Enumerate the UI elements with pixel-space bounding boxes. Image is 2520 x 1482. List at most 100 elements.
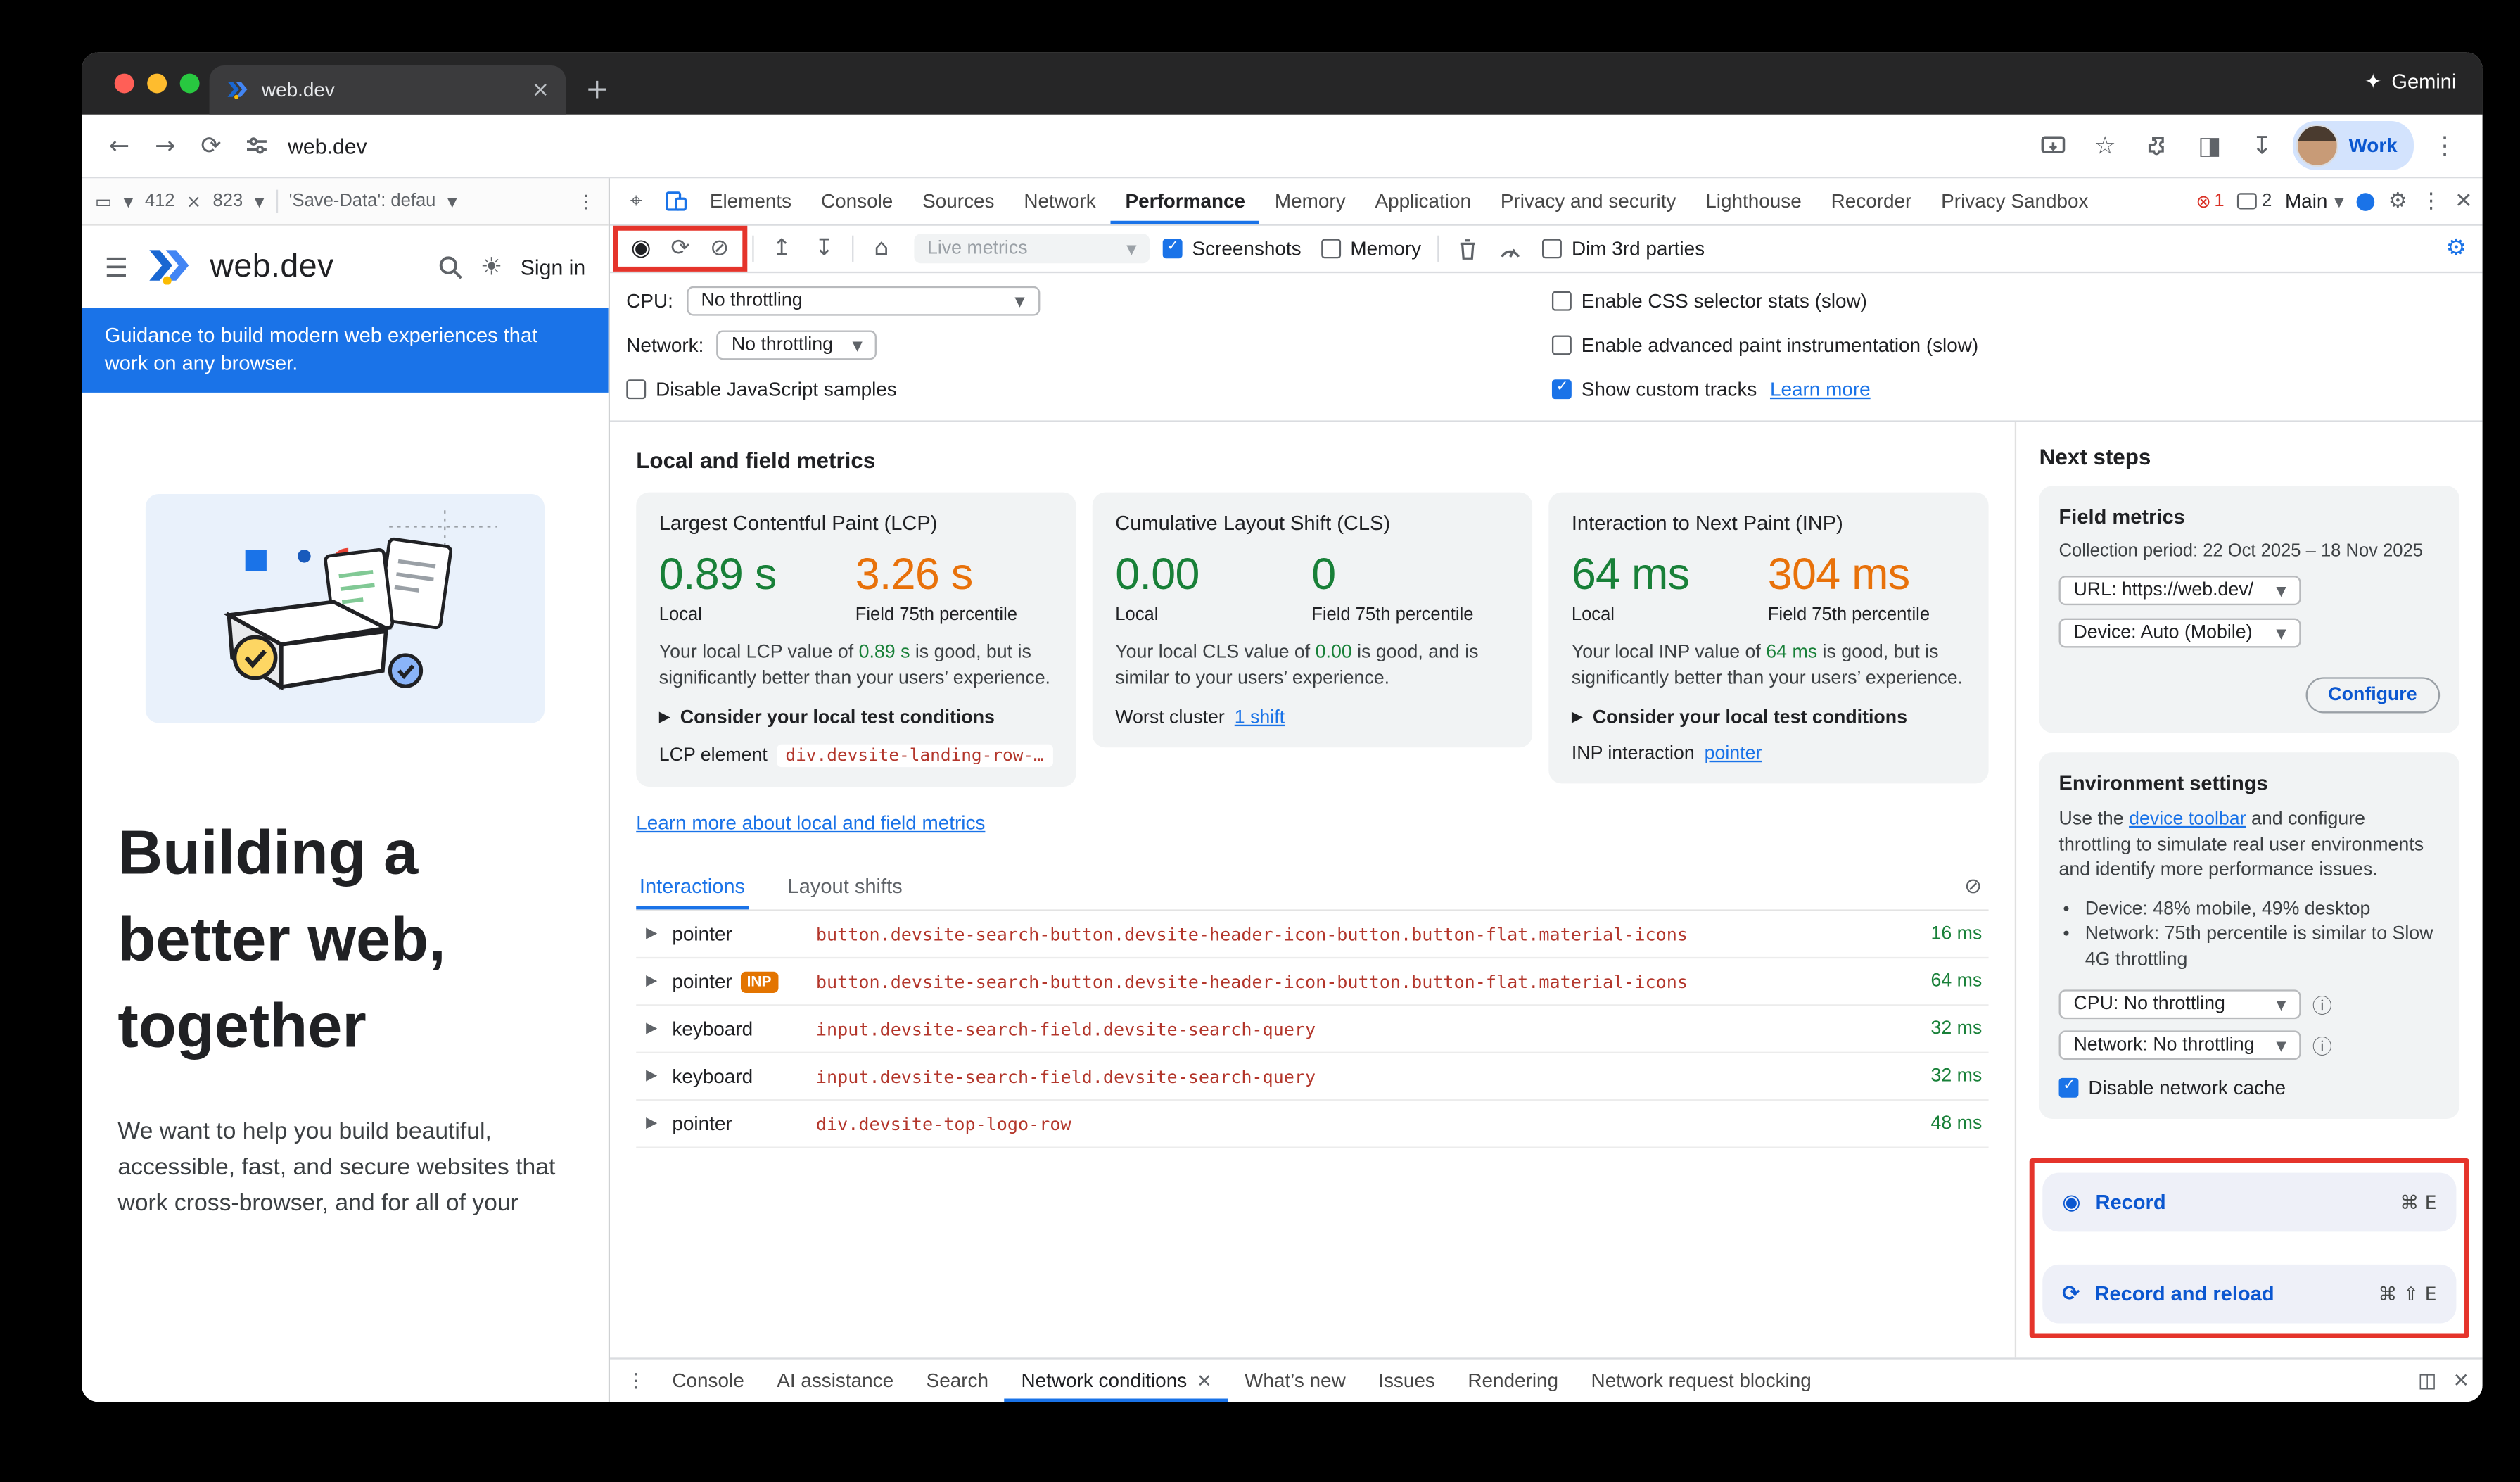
tab-close-icon[interactable]: × — [532, 77, 549, 102]
search-icon[interactable] — [438, 254, 462, 279]
memory-checkbox[interactable]: Memory — [1321, 237, 1422, 260]
device-toolbar-link[interactable]: device toolbar — [2129, 810, 2246, 830]
info-icon[interactable]: ⓘ — [2312, 990, 2332, 1018]
drawer-tab-whats-new[interactable]: What’s new — [1228, 1360, 1362, 1402]
error-badge[interactable]: ⊗1 — [2196, 191, 2224, 212]
garbage-collect-icon[interactable] — [1447, 229, 1487, 268]
field-metrics-learn-link[interactable]: Learn more about local and field metrics — [636, 811, 985, 835]
field-device-select[interactable]: Device: Auto (Mobile)▼ — [2059, 619, 2301, 648]
row-expand-icon[interactable]: ▶ — [646, 926, 672, 942]
row-expand-icon[interactable]: ▶ — [646, 1115, 672, 1132]
new-tab-button[interactable]: + — [585, 74, 609, 106]
interaction-row[interactable]: ▶ pointer div.devsite-top-logo-row 48 ms — [636, 1101, 1988, 1148]
tab-recorder[interactable]: Recorder — [1816, 178, 1927, 224]
side-panel-icon[interactable]: ◨ — [2189, 125, 2231, 167]
record-and-reload-action-button[interactable]: ⟳ Record and reload ⌘ ⇧ E — [2042, 1265, 2456, 1324]
tab-privacy-sandbox[interactable]: Privacy Sandbox — [1926, 178, 2103, 224]
install-icon[interactable] — [2032, 125, 2074, 167]
configure-button[interactable]: Configure — [2305, 677, 2440, 713]
capture-settings-icon[interactable] — [1490, 229, 1529, 268]
interaction-row[interactable]: ▶ keyboard input.devsite-search-field.de… — [636, 1006, 1988, 1053]
field-url-select[interactable]: URL: https://web.dev/▼ — [2059, 576, 2301, 605]
drawer-tab-network-request-blocking[interactable]: Network request blocking — [1574, 1360, 1828, 1402]
worst-cluster-link[interactable]: 1 shift — [1235, 709, 1285, 728]
browser-tab[interactable]: web.dev × — [210, 65, 566, 115]
focus-page-icon[interactable] — [2357, 192, 2376, 210]
live-metrics-home-icon[interactable]: ⌂ — [862, 229, 901, 268]
site-brand[interactable]: web.dev — [210, 248, 333, 285]
clear-button[interactable]: ⊘ — [700, 229, 739, 268]
interaction-row[interactable]: ▶ pointer button.devsite-search-button.d… — [636, 911, 1988, 958]
omnibox-url[interactable]: web.dev — [288, 133, 367, 158]
drawer-more-tools-icon[interactable]: ⋮ — [616, 1360, 656, 1402]
devtools-close-icon[interactable]: ✕ — [2455, 189, 2472, 213]
custom-tracks-checkbox[interactable]: Show custom tracks — [1552, 378, 1757, 401]
record-and-reload-button[interactable]: ⟳ — [661, 229, 700, 268]
inspect-icon[interactable]: ⌖ — [616, 178, 656, 224]
tab-application[interactable]: Application — [1361, 178, 1486, 224]
drawer-tab-search[interactable]: Search — [910, 1360, 1005, 1402]
tab-performance[interactable]: Performance — [1111, 178, 1260, 224]
save-profile-icon[interactable]: ↧ — [805, 229, 844, 268]
custom-tracks-learn-more-link[interactable]: Learn more — [1770, 378, 1871, 401]
drawer-tab-ai-assistance[interactable]: AI assistance — [761, 1360, 910, 1402]
device-width-field[interactable]: 412 — [145, 191, 175, 211]
drawer-close-icon[interactable]: ✕ — [2453, 1369, 2469, 1393]
env-network-select[interactable]: Network: No throttling▼ — [2059, 1030, 2301, 1060]
device-height-field[interactable]: 823 — [213, 191, 243, 211]
lcp-element-chip[interactable]: div.devsite-landing-row-ite… — [777, 745, 1053, 768]
inp-interaction-link[interactable]: pointer — [1705, 745, 1762, 764]
downloads-icon[interactable]: ↧ — [2241, 125, 2283, 167]
record-button[interactable]: ◉ — [621, 229, 661, 268]
profile-button[interactable]: Work — [2293, 121, 2414, 170]
device-more-menu-icon[interactable]: ⋮ — [578, 191, 596, 212]
tab-console[interactable]: Console — [806, 178, 908, 224]
gemini-button[interactable]: ✦ Gemini — [2365, 69, 2456, 94]
close-window-button[interactable] — [115, 74, 134, 94]
dim-third-parties-checkbox[interactable]: Dim 3rd parties — [1542, 237, 1705, 260]
disable-network-cache-checkbox[interactable]: Disable network cache — [2059, 1077, 2441, 1100]
devtools-more-menu-icon[interactable]: ⋮ — [2420, 189, 2441, 213]
tab-privacy-security[interactable]: Privacy and security — [1486, 178, 1691, 224]
network-throttling-select[interactable]: No throttling▼ — [717, 331, 877, 360]
screenshots-checkbox[interactable]: Screenshots — [1163, 237, 1302, 260]
tab-interactions[interactable]: Interactions — [636, 863, 749, 909]
context-selector[interactable]: Main▼ — [2285, 190, 2344, 213]
reload-icon[interactable]: ⟳ — [190, 125, 232, 167]
tab-network[interactable]: Network — [1009, 178, 1110, 224]
env-cpu-select[interactable]: CPU: No throttling▼ — [2059, 989, 2301, 1019]
forward-icon[interactable]: → — [144, 125, 186, 167]
load-profile-icon[interactable]: ↥ — [762, 229, 801, 268]
bookmark-star-icon[interactable]: ☆ — [2084, 125, 2126, 167]
browser-menu-icon[interactable]: ⋮ — [2424, 125, 2466, 167]
tab-lighthouse[interactable]: Lighthouse — [1691, 178, 1816, 224]
disable-js-samples-checkbox[interactable]: Disable JavaScript samples — [626, 378, 896, 401]
webdev-logo-icon[interactable] — [146, 248, 192, 284]
device-toolbar-toggle-icon[interactable] — [656, 178, 695, 224]
promo-banner[interactable]: Guidance to build modern web experiences… — [82, 308, 608, 393]
device-select-icon[interactable]: ▭ — [95, 191, 112, 212]
devtools-settings-gear-icon[interactable]: ⚙ — [2388, 189, 2407, 213]
tab-sources[interactable]: Sources — [908, 178, 1009, 224]
row-expand-icon[interactable]: ▶ — [646, 1020, 672, 1037]
css-selector-stats-checkbox[interactable]: Enable CSS selector stats (slow) — [1552, 289, 1867, 312]
drawer-tab-console[interactable]: Console — [656, 1360, 761, 1402]
advanced-paint-checkbox[interactable]: Enable advanced paint instrumentation (s… — [1552, 334, 1978, 357]
tab-layout-shifts[interactable]: Layout shifts — [784, 863, 905, 909]
drawer-tab-rendering[interactable]: Rendering — [1451, 1360, 1574, 1402]
interaction-row[interactable]: ▶ pointerINP button.devsite-search-butto… — [636, 958, 1988, 1006]
interaction-row[interactable]: ▶ keyboard input.devsite-search-field.de… — [636, 1053, 1988, 1101]
info-icon[interactable]: ⓘ — [2312, 1032, 2332, 1060]
drawer-tab-close-icon[interactable]: ✕ — [1197, 1370, 1211, 1391]
row-expand-icon[interactable]: ▶ — [646, 1068, 672, 1084]
site-info-icon[interactable] — [236, 125, 278, 167]
save-data-select[interactable]: 'Save-Data': defau — [289, 191, 436, 211]
drawer-tab-network-conditions[interactable]: Network conditions ✕ — [1005, 1360, 1228, 1402]
zoom-chevron-icon[interactable]: ▼ — [254, 194, 264, 208]
fullscreen-window-button[interactable] — [180, 74, 200, 94]
extensions-puzzle-icon[interactable] — [2136, 125, 2178, 167]
hamburger-menu-icon[interactable]: ☰ — [105, 251, 128, 282]
tab-memory[interactable]: Memory — [1260, 178, 1361, 224]
drawer-tab-issues[interactable]: Issues — [1362, 1360, 1451, 1402]
lcp-test-conditions-expander[interactable]: ▶Consider your local test conditions — [659, 709, 1053, 728]
